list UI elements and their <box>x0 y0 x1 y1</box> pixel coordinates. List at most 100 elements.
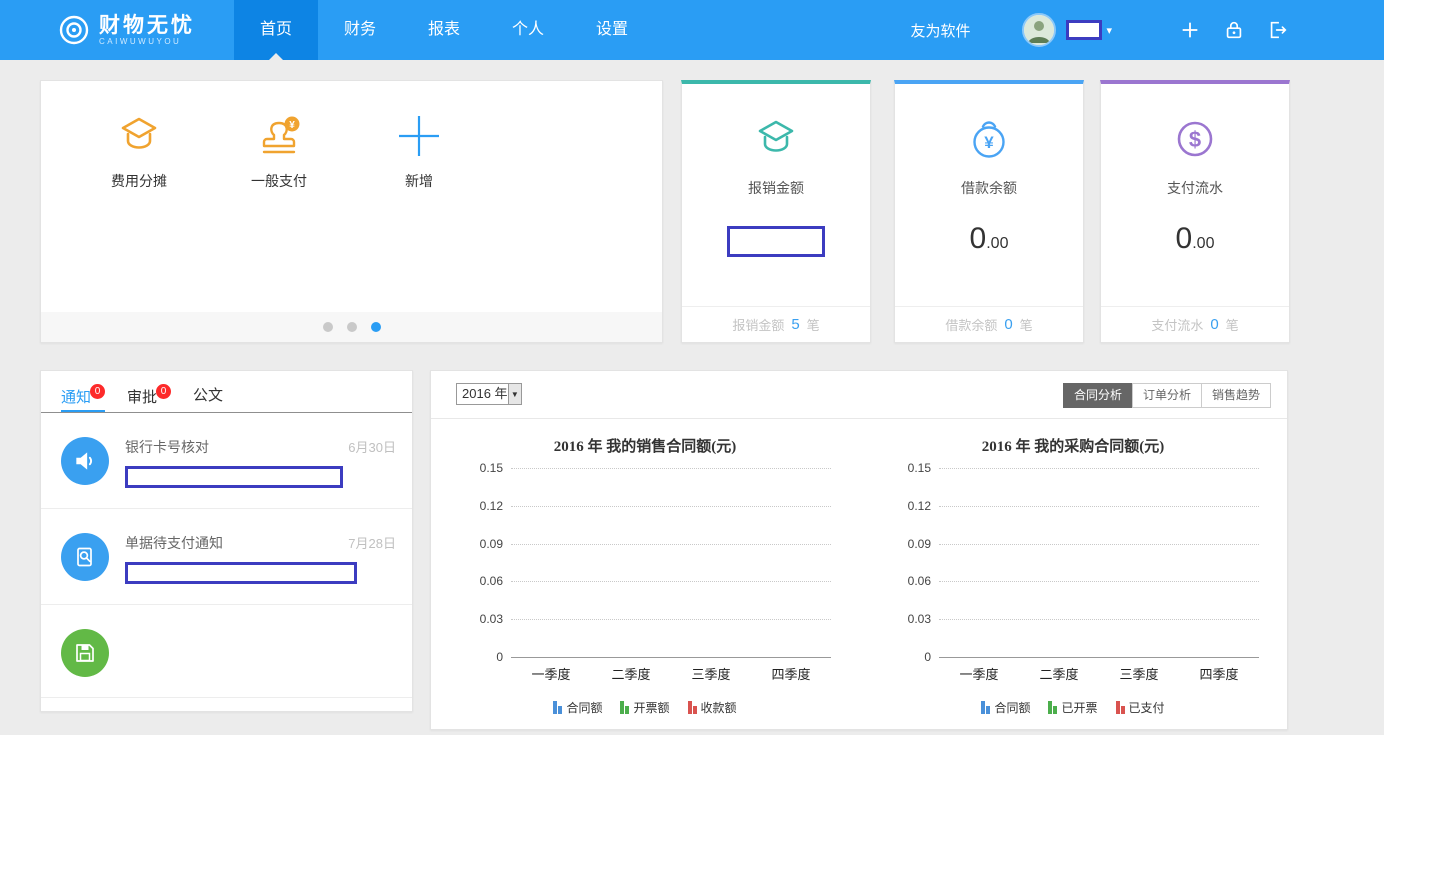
stat-count: 0 <box>1004 316 1012 333</box>
dropdown-arrow-icon[interactable]: ▼ <box>508 384 521 404</box>
plus-icon <box>394 111 444 161</box>
avatar[interactable] <box>1022 13 1056 47</box>
x-axis-label: 四季度 <box>1199 664 1238 683</box>
notification-badge: 0 <box>90 384 105 399</box>
redacted-text <box>125 466 343 488</box>
bar-group <box>608 468 654 657</box>
x-axis-label: 一季度 <box>531 664 570 683</box>
nav-tab-finance[interactable]: 财务 <box>318 0 402 60</box>
bar-chart-icon <box>1116 701 1125 714</box>
quick-action-add-new[interactable]: 新增 <box>369 111 469 191</box>
doc-search-icon <box>61 533 109 581</box>
bar-group <box>1196 468 1242 657</box>
nav-tab-reports[interactable]: 报表 <box>402 0 486 60</box>
legend-label: 已支付 <box>1129 699 1165 716</box>
tab-label: 审批 <box>127 389 157 406</box>
save-icon <box>61 629 109 677</box>
tab-documents[interactable]: 公文 <box>193 384 223 412</box>
legend-entry[interactable]: 开票额 <box>620 699 669 716</box>
stat-footer-label: 借款余额 <box>945 315 997 334</box>
list-item[interactable] <box>41 605 412 698</box>
stat-card-loan-balance[interactable]: ¥ 借款余额 0.00 借款余额 0 笔 <box>894 80 1084 343</box>
stat-title: 借款余额 <box>895 178 1083 198</box>
x-axis-label: 四季度 <box>771 664 810 683</box>
redacted-text <box>125 562 357 584</box>
y-tick-label: 0 <box>889 650 931 664</box>
logo-text: 财物无忧 CAIWUWUYOU <box>99 15 195 46</box>
legend-entry[interactable]: 合同额 <box>553 699 602 716</box>
legend-label: 开票额 <box>633 699 669 716</box>
legend-label: 已开票 <box>1061 699 1097 716</box>
stat-unit: 笔 <box>1226 315 1239 334</box>
analysis-panel: 2016 年 ▼ 合同分析 订单分析 销售趋势 2016 年 我的销售合同额(元… <box>430 370 1288 730</box>
y-tick-label: 0.15 <box>889 461 931 475</box>
stat-value-dec: .00 <box>986 235 1008 252</box>
money-note-icon <box>682 114 870 164</box>
legend-entry[interactable]: 合同额 <box>981 699 1030 716</box>
chart-title: 2016 年 我的采购合同额(元) <box>869 435 1277 456</box>
stat-count: 0 <box>1210 316 1218 333</box>
stat-card-reimbursement[interactable]: 报销金额 报销金额 5 笔 <box>681 80 871 343</box>
carousel-dot[interactable] <box>347 322 357 332</box>
tab-notifications[interactable]: 通知0 <box>61 384 105 412</box>
stat-title: 支付流水 <box>1101 178 1289 198</box>
tab-approvals[interactable]: 审批0 <box>127 384 171 412</box>
legend-label: 合同额 <box>566 699 602 716</box>
speaker-icon <box>61 437 109 485</box>
page: 财物无忧 CAIWUWUYOU 首页 财务 报表 个人 设置 友为软件 ▾ <box>0 0 1446 870</box>
quick-action-expense-share[interactable]: 费用分摊 <box>89 111 189 191</box>
stat-unit: 笔 <box>807 315 820 334</box>
nav-tab-home[interactable]: 首页 <box>234 0 318 60</box>
stat-unit: 笔 <box>1020 315 1033 334</box>
btn-order-analysis[interactable]: 订单分析 <box>1132 383 1202 408</box>
stat-value-dec: .00 <box>1192 235 1214 252</box>
carousel-dot[interactable] <box>323 322 333 332</box>
list-item[interactable]: 银行卡号核对 6月30日 <box>41 413 412 509</box>
btn-sales-trend[interactable]: 销售趋势 <box>1201 383 1271 408</box>
notice-title: 银行卡号核对 <box>125 437 209 457</box>
quick-action-general-pay[interactable]: ¥ 一般支付 <box>229 111 329 191</box>
x-axis-label: 一季度 <box>959 664 998 683</box>
notice-body: 单据待支付通知 7月28日 <box>125 533 396 584</box>
bar-group <box>528 468 574 657</box>
chart-legend: 合同额 开票额 收款额 <box>441 699 849 716</box>
money-share-icon <box>114 111 164 161</box>
list-item[interactable]: 单据待支付通知 7月28日 <box>41 509 412 605</box>
y-tick-label: 0 <box>461 650 503 664</box>
logo-icon <box>58 14 90 46</box>
btn-contract-analysis[interactable]: 合同分析 <box>1063 383 1133 408</box>
analysis-buttons: 合同分析 订单分析 销售趋势 <box>1064 383 1271 408</box>
plus-icon[interactable] <box>1178 18 1202 42</box>
stat-footer: 报销金额 5 笔 <box>682 306 870 342</box>
svg-text:¥: ¥ <box>984 133 994 152</box>
app-title: 财物无忧 <box>99 15 195 37</box>
carousel-dot-active[interactable] <box>371 322 381 332</box>
redacted-value <box>727 226 825 257</box>
svg-text:$: $ <box>1189 127 1201 152</box>
year-select[interactable]: 2016 年 ▼ <box>456 383 522 405</box>
app-logo[interactable]: 财物无忧 CAIWUWUYOU <box>58 14 234 46</box>
legend-entry[interactable]: 已开票 <box>1048 699 1097 716</box>
x-axis-labels: 一季度二季度三季度四季度 <box>511 664 831 683</box>
bar-chart-icon <box>688 701 697 714</box>
nav-right: 友为软件 ▾ <box>910 13 1290 47</box>
y-tick-label: 0.12 <box>461 499 503 513</box>
lock-icon[interactable] <box>1222 18 1246 42</box>
chart-legend: 合同额 已开票 已支付 <box>869 699 1277 716</box>
nav-tab-settings[interactable]: 设置 <box>570 0 654 60</box>
svg-text:¥: ¥ <box>289 120 295 131</box>
x-axis-labels: 一季度二季度三季度四季度 <box>939 664 1259 683</box>
chevron-down-icon[interactable]: ▾ <box>1106 24 1112 37</box>
y-tick-label: 0.03 <box>461 612 503 626</box>
nav-tab-personal[interactable]: 个人 <box>486 0 570 60</box>
logout-icon[interactable] <box>1266 18 1290 42</box>
legend-entry[interactable]: 收款额 <box>688 699 737 716</box>
bar-group <box>956 468 1002 657</box>
stat-card-payment-flow[interactable]: $ 支付流水 0.00 支付流水 0 笔 <box>1100 80 1290 343</box>
notice-title: 单据待支付通知 <box>125 533 223 553</box>
bar-chart-icon <box>553 701 562 714</box>
legend-entry[interactable]: 已支付 <box>1116 699 1165 716</box>
chart-plot: 0.150.120.090.060.030 <box>939 468 1259 658</box>
tab-label: 公文 <box>193 387 223 404</box>
y-tick-label: 0.06 <box>461 574 503 588</box>
